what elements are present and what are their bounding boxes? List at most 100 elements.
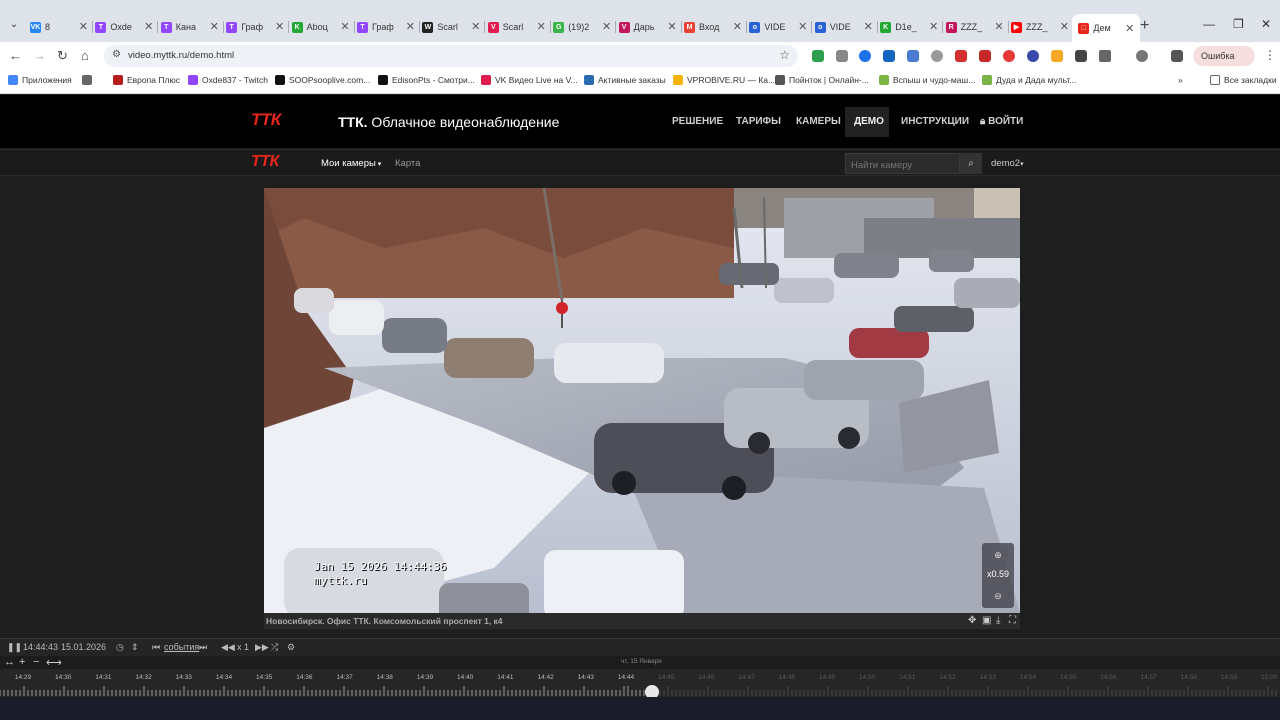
tab-close-icon[interactable]: ✕: [471, 20, 480, 33]
zoom-out-icon[interactable]: ⊖: [988, 588, 1008, 604]
zoom-in-icon[interactable]: ⊕: [988, 547, 1008, 563]
tab-close-icon[interactable]: ✕: [210, 20, 219, 33]
bookmark-item[interactable]: EdisonPts - Смотри...: [378, 75, 475, 85]
timeline-zoom-out-icon[interactable]: −: [33, 656, 39, 668]
camera-video[interactable]: Jan 15 2026 14:44:36 myttk.ru ⊕ x0.59 ⊖: [264, 188, 1020, 613]
restore-icon[interactable]: ❐: [1233, 17, 1244, 31]
address-bar[interactable]: ⚙ video.myttk.ru/demo.html ☆: [104, 45, 798, 67]
search-icon[interactable]: ⌕: [960, 153, 982, 174]
extension-icon[interactable]: [859, 50, 871, 62]
tab-close-icon[interactable]: ✕: [1125, 22, 1134, 35]
site-info-icon[interactable]: ⚙: [112, 49, 121, 60]
browser-tab[interactable]: R ZZZ_ ✕: [945, 17, 1004, 37]
pdf-icon[interactable]: [979, 50, 991, 62]
ttk-logo-small[interactable]: ТТК: [251, 153, 279, 171]
player-date[interactable]: 15.01.2026: [61, 642, 106, 652]
back-icon[interactable]: ←: [9, 48, 22, 63]
timeline-expand-icon[interactable]: ↔: [4, 656, 15, 668]
bookmark-item[interactable]: [82, 75, 96, 85]
nav-cameras[interactable]: КАМЕРЫ: [796, 116, 841, 127]
bookmark-item[interactable]: SOOPsooplive.com...: [275, 75, 370, 85]
minimize-icon[interactable]: —: [1203, 17, 1215, 31]
bookmark-item[interactable]: Дуда и Дада мульт...: [982, 75, 1076, 85]
bookmark-item[interactable]: Европа Плюс: [113, 75, 180, 85]
all-bookmarks[interactable]: Все закладки: [1210, 75, 1277, 85]
user-menu[interactable]: demo2▾: [991, 158, 1024, 169]
tab-close-icon[interactable]: ✕: [79, 20, 88, 33]
extensions-puzzle-icon[interactable]: [1099, 50, 1111, 62]
reading-list-icon[interactable]: [1171, 50, 1183, 62]
bookmark-item[interactable]: Приложения: [8, 75, 72, 85]
bookmark-item[interactable]: VK Видео Live на V...: [481, 75, 578, 85]
browser-tab[interactable]: T Кана ✕: [160, 17, 219, 37]
nav-demo[interactable]: ДЕМО: [854, 116, 884, 127]
tab-close-icon[interactable]: ✕: [798, 20, 807, 33]
close-window-icon[interactable]: ✕: [1261, 17, 1271, 31]
browser-tab[interactable]: VK 8 ✕: [30, 17, 88, 37]
gear-icon[interactable]: ⚙: [287, 642, 295, 653]
extension-icon[interactable]: [1051, 50, 1063, 62]
menu-dots-icon[interactable]: ⋮: [1264, 48, 1276, 62]
nav-tariffs[interactable]: ТАРИФЫ: [736, 116, 781, 127]
tab-close-icon[interactable]: ✕: [275, 20, 284, 33]
shuffle-icon[interactable]: ⤮: [271, 642, 278, 653]
download-icon[interactable]: ⤓: [996, 615, 1000, 626]
extension-icon[interactable]: [1003, 50, 1015, 62]
speed-value[interactable]: x 1: [237, 642, 249, 652]
tab-close-icon[interactable]: ✕: [864, 20, 873, 33]
extension-icon[interactable]: [883, 50, 895, 62]
snapshot-icon[interactable]: ▣: [982, 615, 991, 626]
tab-close-icon[interactable]: ✕: [602, 20, 611, 33]
bookmark-item[interactable]: VPROBIVE.RU — Ка...: [673, 75, 775, 85]
tab-close-icon[interactable]: ✕: [1060, 20, 1069, 33]
browser-tab[interactable]: M Вход ✕: [684, 17, 742, 37]
bookmark-item[interactable]: Пойнток | Онлайн-...: [775, 75, 869, 85]
browser-tab[interactable]: T Граф ✕: [357, 17, 415, 37]
extension-icon[interactable]: [836, 50, 848, 62]
clock-icon[interactable]: ◷: [116, 642, 124, 653]
tab-close-icon[interactable]: ✕: [537, 20, 546, 33]
tab-close-icon[interactable]: ✕: [144, 20, 153, 33]
browser-tab[interactable]: o VIDE ✕: [814, 17, 873, 37]
translate-icon[interactable]: [907, 50, 919, 62]
rewind-icon[interactable]: ◀◀: [221, 642, 235, 653]
bookmark-item[interactable]: Oxde837 - Twitch: [188, 75, 268, 85]
tab-close-icon[interactable]: ✕: [994, 20, 1003, 33]
bookmark-star-icon[interactable]: ☆: [779, 48, 790, 62]
move-icon[interactable]: ✥: [968, 615, 976, 626]
forward-icon[interactable]: →: [33, 48, 46, 63]
nav-solution[interactable]: РЕШЕНИЕ: [672, 116, 723, 127]
more-bookmarks-icon[interactable]: »: [1178, 75, 1183, 85]
browser-tab[interactable]: K D1e_ ✕: [880, 17, 938, 37]
browser-tab[interactable]: T Граф ✕: [226, 17, 284, 37]
nav-login[interactable]: 🔒︎ ВОЙТИ: [980, 116, 1023, 127]
bookmark-item[interactable]: Вспыш и чудо-маш...: [879, 75, 975, 85]
my-cameras-menu[interactable]: Мои камеры ▾: [321, 158, 381, 169]
extension-icon[interactable]: [955, 50, 967, 62]
prev-event-icon[interactable]: ⏮: [152, 642, 160, 653]
extension-shield-icon[interactable]: [812, 50, 824, 62]
browser-tab[interactable]: T Oxdе ✕: [95, 17, 153, 37]
ttk-logo[interactable]: ТТК: [251, 110, 281, 130]
extension-icon[interactable]: [1027, 50, 1039, 62]
nav-instructions[interactable]: ИНСТРУКЦИИ: [901, 116, 969, 127]
error-button[interactable]: Ошибка: [1193, 46, 1255, 66]
tab-close-icon[interactable]: ✕: [733, 20, 742, 33]
timeline-collapse-icon[interactable]: ⟷: [46, 656, 62, 669]
map-link[interactable]: Карта: [395, 158, 420, 169]
next-event-icon[interactable]: ⏭: [199, 642, 207, 653]
updown-icon[interactable]: ⇕: [131, 642, 139, 653]
reload-icon[interactable]: ↻: [57, 48, 68, 64]
browser-tab[interactable]: K Aboц ✕: [291, 17, 350, 37]
tab-active[interactable]: □ Дем ✕: [1072, 14, 1141, 42]
home-icon[interactable]: ⌂: [81, 48, 89, 63]
tab-search-icon[interactable]: ⌄: [6, 17, 22, 33]
url-text[interactable]: video.myttk.ru/demo.html: [128, 50, 234, 61]
sync-icon[interactable]: [1136, 50, 1148, 62]
events-link[interactable]: события: [164, 642, 199, 652]
tab-close-icon[interactable]: ✕: [340, 20, 349, 33]
bookmark-item[interactable]: Активные заказы: [584, 75, 666, 85]
browser-tab[interactable]: W Scarl ✕: [422, 17, 480, 37]
browser-tab[interactable]: o VIDE ✕: [749, 17, 807, 37]
new-tab-button[interactable]: +: [1140, 17, 1149, 35]
